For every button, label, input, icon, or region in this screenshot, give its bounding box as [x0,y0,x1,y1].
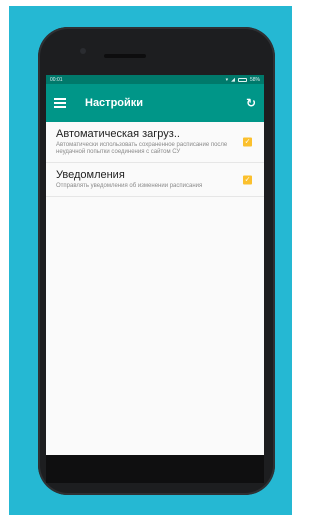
pref-title: Автоматическая загруз.. [56,128,180,140]
earpiece-speaker [104,54,146,58]
pref-notifications[interactable]: Уведомления Отправлять уведомления об из… [46,163,264,197]
page-title: Настройки [85,97,144,109]
signal-icon: ◢ [231,76,235,83]
pref-summary: Отправлять уведомления об изменении расп… [56,183,203,189]
notifications-checkbox[interactable]: ✓ [243,175,252,184]
pref-title: Уведомления [56,169,125,181]
front-camera [80,48,86,54]
pref-summary: Автоматически использовать сохраненное р… [56,142,228,155]
app-screen: 00:01 ▾ ◢ 58% Настройки ↻ Автоматическая… [46,75,264,455]
refresh-icon[interactable]: ↻ [246,96,256,110]
status-bar: 00:01 ▾ ◢ 58% [46,75,264,84]
pref-auto-load[interactable]: Автоматическая загруз.. Автоматически ис… [46,122,264,163]
menu-icon[interactable] [54,98,66,108]
system-nav-bar [46,455,264,483]
auto-load-checkbox[interactable]: ✓ [243,137,252,147]
app-toolbar: Настройки ↻ [46,84,264,122]
status-icons: ▾ ◢ 58% [226,77,260,83]
battery-level: 58% [249,76,260,83]
battery-icon [237,77,247,82]
wifi-icon: ▾ [225,76,229,83]
status-time: 00:01 [50,76,63,83]
